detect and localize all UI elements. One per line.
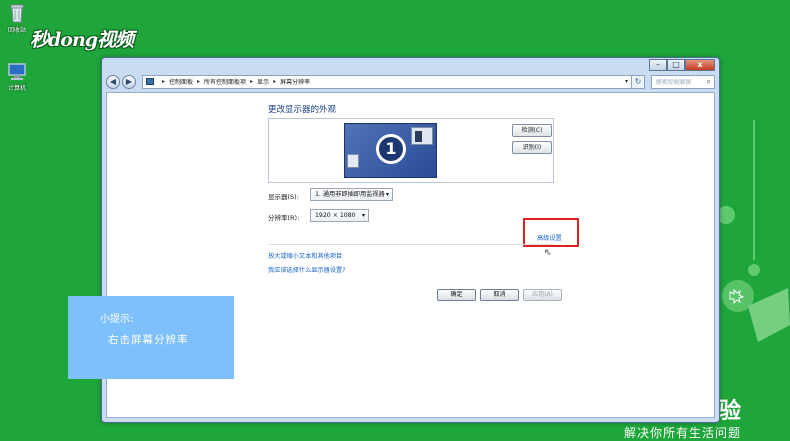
desktop-icon-recycle-bin[interactable]: 回收站 <box>0 3 34 34</box>
text-size-link[interactable]: 放大或缩小文本和其他项目 <box>268 251 342 260</box>
resolution-select-value: 1920 × 1080 <box>315 212 356 219</box>
control-panel-icon <box>146 78 154 85</box>
mouse-cursor-icon: ⇖ <box>544 248 552 258</box>
breadcrumb-all-items[interactable]: 所有控制面板项 <box>204 77 246 86</box>
search-icon[interactable]: ⌕ <box>707 77 711 87</box>
detect-button[interactable]: 检测(C) <box>512 124 552 137</box>
computer-icon <box>8 63 26 80</box>
tip-body: 右击屏幕分辨率 <box>108 334 189 346</box>
monitor-preview-panel: 1 检测(C) 识别(I) <box>268 118 554 183</box>
breadcrumb-separator-icon: ▸ <box>162 78 166 85</box>
cancel-button[interactable]: 取消 <box>480 289 519 301</box>
chevron-down-icon: ▾ <box>385 191 389 198</box>
tip-box: 小提示: 右击屏幕分辨率 <box>68 296 234 379</box>
display-label: 显示器(S): <box>268 193 299 201</box>
page-title: 更改显示器的外观 <box>268 105 337 115</box>
resolution-select[interactable]: 1920 × 1080 ▾ <box>310 209 369 222</box>
chevron-down-icon: ▾ <box>361 212 365 219</box>
recycle-bin-icon <box>10 4 24 23</box>
tip-heading: 小提示: <box>100 314 134 325</box>
decorative-illustration-icon <box>718 120 790 342</box>
search-placeholder: 搜索控制面板 <box>655 79 692 86</box>
divider <box>268 244 554 245</box>
desktop-icon-label: 回收站 <box>7 27 26 34</box>
display-settings-help-link[interactable]: 我应该选择什么显示器设置? <box>268 265 346 274</box>
navigation-bar: ◀ ▶ ▸ 控制面板 ▸ 所有控制面板项 ▸ 显示 ▸ 屏幕分辨率 ▾ ↻ 搜索… <box>106 73 715 90</box>
breadcrumb-display[interactable]: 显示 <box>257 77 269 86</box>
brand-logo: 秒dong视频 <box>30 29 134 51</box>
identify-button[interactable]: 识别(I) <box>512 141 552 154</box>
search-input[interactable]: 搜索控制面板 ⌕ <box>651 74 715 89</box>
breadcrumb-separator-icon: ▸ <box>273 78 277 85</box>
display-select-value: 1. 通用非即插即用监视器 <box>315 191 385 198</box>
refresh-icon: ↻ <box>634 76 642 86</box>
back-button[interactable]: ◀ <box>106 74 120 89</box>
caption-buttons: – □ x <box>649 59 715 71</box>
breadcrumb-screen-resolution[interactable]: 屏幕分辨率 <box>280 77 310 86</box>
maximize-button[interactable]: □ <box>667 59 685 71</box>
address-dropdown-icon[interactable]: ▾ <box>625 78 628 85</box>
breadcrumb-control-panel[interactable]: 控制面板 <box>169 77 193 86</box>
brand-text-fragment: 验 <box>719 399 743 424</box>
close-button[interactable]: x <box>685 59 715 71</box>
apply-button[interactable]: 应用(A) <box>523 289 562 301</box>
brand-slogan: 解决你所有生活问题 <box>624 426 742 440</box>
breadcrumb-separator-icon: ▸ <box>250 78 254 85</box>
breadcrumb-separator-icon: ▸ <box>197 78 201 85</box>
forward-button[interactable]: ▶ <box>122 74 136 89</box>
ok-button[interactable]: 确定 <box>437 289 476 301</box>
monitor-1-tile[interactable]: 1 <box>344 123 437 178</box>
screen-preview-icon <box>411 127 433 145</box>
minimize-button[interactable]: – <box>649 59 667 71</box>
desktop-icon-computer[interactable]: 计算机 <box>0 63 34 92</box>
advanced-settings-link[interactable]: 高级设置 <box>537 233 562 242</box>
monitor-number-badge: 1 <box>376 134 406 164</box>
desktop-icon-label: 计算机 <box>7 85 26 92</box>
resolution-label: 分辨率(R): <box>268 214 300 222</box>
display-select[interactable]: 1. 通用非即插即用监视器 ▾ <box>310 188 393 201</box>
address-bar[interactable]: ▸ 控制面板 ▸ 所有控制面板项 ▸ 显示 ▸ 屏幕分辨率 ▾ <box>142 74 632 89</box>
screen-preview-icon <box>347 154 359 168</box>
refresh-button[interactable]: ↻ <box>632 74 645 89</box>
